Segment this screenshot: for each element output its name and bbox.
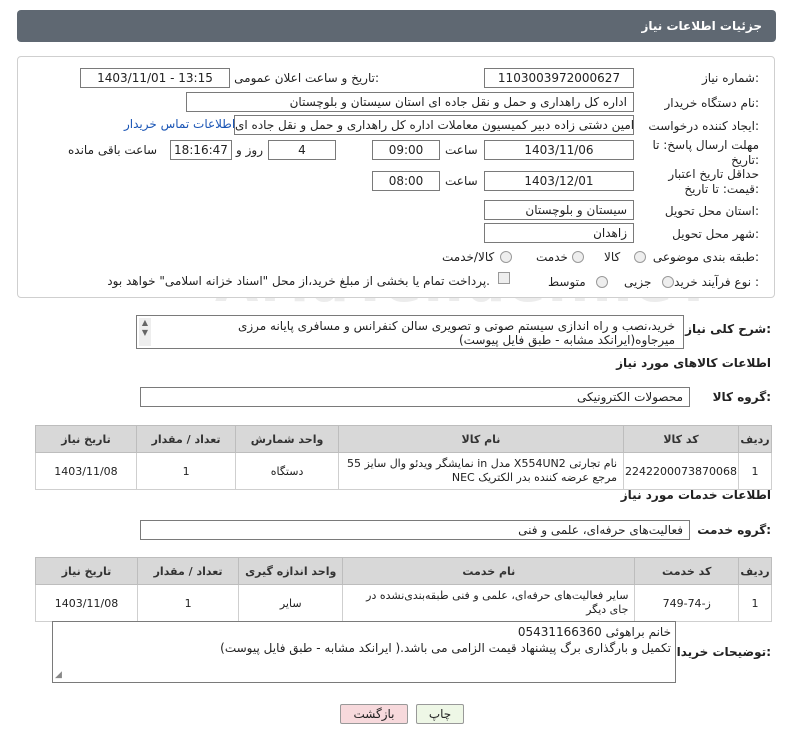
province-label: استان محل تحویل:	[664, 204, 759, 218]
deadline-time-label: ساعت	[445, 143, 478, 157]
services-section-title: اطلاعات خدمات مورد نیاز	[620, 488, 771, 502]
deadline-date-field: 1403/11/06	[484, 140, 634, 160]
process-medium-label: متوسط	[548, 275, 586, 289]
goods-cell-code: 2242200073870068	[623, 452, 740, 490]
services-cell-row: 1	[737, 584, 773, 622]
city-field: زاهدان	[484, 223, 634, 243]
need-number-label: شماره نیاز:	[701, 71, 759, 85]
category-goods-service-label: کالا/خدمت	[442, 250, 495, 264]
buyer-contact-link[interactable]: اطلاعات تماس خریدار	[124, 117, 235, 131]
process-minor-label: جزیی	[624, 275, 652, 289]
page-header: جزئیات اطلاعات نیاز	[17, 10, 776, 42]
services-col-name: نام خدمت	[342, 557, 636, 585]
announce-label: تاریخ و ساعت اعلان عمومی:	[234, 71, 379, 85]
description-scrollbar[interactable]: ▲ ▼	[139, 318, 151, 346]
days-label: روز و	[236, 143, 263, 157]
goods-col-date: تاریخ نیاز	[35, 425, 137, 453]
category-goods-label: کالا	[604, 250, 621, 264]
validity-time-field: 08:00	[372, 171, 440, 191]
goods-group-field: محصولات الکترونیکی	[140, 387, 690, 407]
buyer-notes-box[interactable]: 05431166360 خانم براهوئی تکمیل و بارگذار…	[52, 621, 676, 683]
goods-col-name: نام کالا	[337, 425, 625, 453]
province-field: سیستان و بلوچستان	[484, 200, 634, 220]
validity-label: حداقل تاریخ اعتبار قیمت: تا تاریخ:	[668, 167, 759, 196]
services-cell-qty: 1	[137, 584, 240, 622]
services-cell-code: ز-74-749	[634, 584, 739, 622]
table-row: 1403/11/08 1 سایر سایر فعالیت‌های حرفه‌ا…	[34, 584, 773, 622]
validity-date-field: 1403/12/01	[484, 171, 634, 191]
services-col-date: تاریخ نیاز	[34, 557, 139, 585]
services-table: تاریخ نیاز تعداد / مقدار واحد اندازه گیر…	[34, 557, 773, 622]
services-group-label: گروه خدمت:	[697, 523, 771, 537]
services-cell-date: 1403/11/08	[34, 584, 139, 622]
goods-col-row: ردیف	[738, 425, 772, 453]
deadline-time-field: 09:00	[372, 140, 440, 160]
goods-cell-date: 1403/11/08	[35, 452, 137, 490]
description-text: خرید،نصب و راه اندازی سیستم صوتی و تصویر…	[237, 319, 675, 347]
buyer-notes-label: توضیحات خریدار:	[669, 645, 771, 659]
days-field: 4	[268, 140, 336, 160]
process-minor-radio[interactable]	[662, 276, 674, 288]
process-medium-radio[interactable]	[596, 276, 608, 288]
description-label: شرح کلی نیاز:	[685, 322, 771, 336]
services-col-qty: تعداد / مقدار	[137, 557, 240, 585]
goods-cell-row: 1	[738, 452, 772, 490]
category-goods-service-radio[interactable]	[500, 251, 512, 263]
goods-cell-unit: دستگاه	[235, 452, 339, 490]
goods-table: تاریخ نیاز تعداد / مقدار واحد شمارش نام …	[35, 425, 772, 490]
category-label: طبقه بندی موضوعی:	[652, 250, 759, 264]
goods-col-code: کد کالا	[623, 425, 740, 453]
back-button[interactable]: بازگشت	[340, 704, 408, 724]
buyer-label: نام دستگاه خریدار:	[664, 96, 760, 110]
goods-cell-name: نمایشگر ویدئو وال سایز 55 in مدل X554UN2…	[337, 452, 625, 490]
announce-field: 1403/11/01 - 13:15	[80, 68, 230, 88]
treasury-checkbox[interactable]	[498, 272, 510, 284]
services-col-code: کد خدمت	[634, 557, 739, 585]
page-title: جزئیات اطلاعات نیاز	[641, 19, 762, 33]
treasury-note: پرداخت تمام یا بخشی از مبلغ خرید،از محل …	[107, 274, 490, 288]
category-service-radio[interactable]	[572, 251, 584, 263]
category-service-label: خدمت	[536, 250, 568, 264]
description-textarea[interactable]: خرید،نصب و راه اندازی سیستم صوتی و تصویر…	[136, 315, 684, 349]
goods-col-unit: واحد شمارش	[235, 425, 339, 453]
goods-group-label: گروه کالا:	[712, 390, 771, 404]
buyer-field: اداره کل راهداری و حمل و نقل جاده ای است…	[186, 92, 634, 112]
remaining-time-field: 18:16:47	[170, 140, 232, 160]
city-label: شهر محل تحویل:	[672, 227, 759, 241]
services-col-unit: واحد اندازه گیری	[238, 557, 344, 585]
table-row: 1403/11/08 1 دستگاه نمایشگر ویدئو وال سا…	[35, 452, 772, 490]
buyer-notes-line1: 05431166360 خانم براهوئی	[517, 625, 671, 639]
services-group-field: فعالیت‌های حرفه‌ای، علمی و فنی	[140, 520, 690, 540]
services-col-row: ردیف	[737, 557, 773, 585]
creator-label: ایجاد کننده درخواست:	[648, 119, 759, 133]
validity-time-label: ساعت	[445, 174, 478, 188]
print-button[interactable]: چاپ	[416, 704, 464, 724]
need-number-field: 1103003972000627	[484, 68, 634, 88]
deadline-label: مهلت ارسال پاسخ: تا تاریخ:	[652, 138, 759, 167]
goods-col-qty: تعداد / مقدار	[135, 425, 237, 453]
remaining-time-label: ساعت باقی مانده	[68, 143, 158, 157]
creator-field: امین دشتی زاده دبیر کمیسیون معاملات ادار…	[234, 115, 634, 135]
goods-cell-qty: 1	[135, 452, 237, 490]
resize-handle-icon[interactable]: ◢	[55, 670, 62, 680]
category-goods-radio[interactable]	[634, 251, 646, 263]
process-label: نوع فرآیند خرید :	[674, 275, 759, 289]
buyer-notes-line2: تکمیل و بارگذاری برگ پیشنهاد قیمت الزامی…	[220, 641, 671, 655]
goods-section-title: اطلاعات کالاهای مورد نیاز	[616, 356, 771, 370]
services-cell-unit: سایر	[238, 584, 344, 622]
services-cell-name: سایر فعالیت‌های حرفه‌ای، علمی و فنی طبقه…	[342, 584, 636, 622]
